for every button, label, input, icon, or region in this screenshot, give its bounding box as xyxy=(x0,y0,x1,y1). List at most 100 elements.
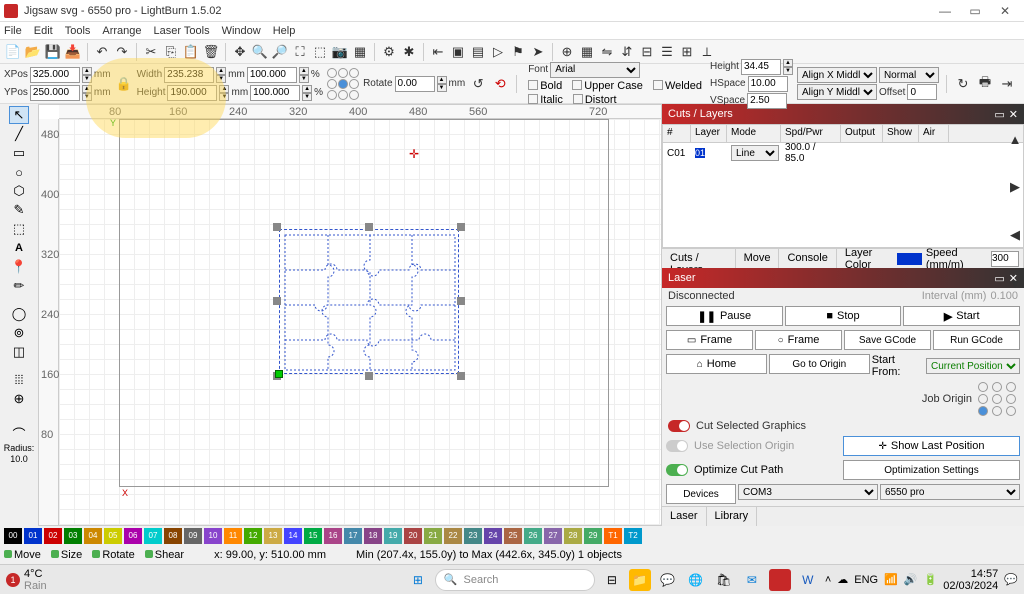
col-spd[interactable]: Spd/Pwr xyxy=(781,125,841,142)
offset-tool[interactable]: ⊚ xyxy=(9,324,29,342)
width-spinner[interactable]: ▲▼ xyxy=(216,67,226,83)
edit-nodes-tool[interactable]: ⬚ xyxy=(9,220,29,238)
vspace-input[interactable] xyxy=(747,93,787,109)
distort-checkbox[interactable] xyxy=(573,94,583,104)
start-button[interactable]: ▶Start xyxy=(903,306,1020,326)
zoom-out-icon[interactable]: 🔎 xyxy=(271,43,289,61)
exit-icon[interactable]: ⇥ xyxy=(998,75,1016,93)
welded-checkbox[interactable] xyxy=(653,80,663,90)
color-swatch-14[interactable]: 14 xyxy=(284,528,302,544)
system-tray[interactable]: ˄ ☁ ENG 📶 🔊 🔋 14:5702/03/2024 💬 xyxy=(825,568,1018,592)
device-select[interactable]: 6550 pro xyxy=(880,484,1020,500)
bold-checkbox[interactable] xyxy=(528,80,538,90)
ungroup-icon[interactable]: ▤ xyxy=(469,43,487,61)
color-swatch-18[interactable]: 18 xyxy=(364,528,382,544)
select-rect-icon[interactable]: ⬚ xyxy=(311,43,329,61)
layer-color-chip[interactable]: 01 xyxy=(695,148,705,158)
show-last-position-button[interactable]: ✛ Show Last Position xyxy=(843,436,1020,456)
col-show[interactable]: Show xyxy=(883,125,919,142)
use-selection-toggle[interactable] xyxy=(666,440,688,452)
align-icon[interactable]: ☰ xyxy=(658,43,676,61)
color-swatch-13[interactable]: 13 xyxy=(264,528,282,544)
anchor-selector[interactable] xyxy=(327,68,359,100)
taskbar-search[interactable]: 🔍Search xyxy=(435,569,595,591)
language-indicator[interactable]: ENG xyxy=(854,574,878,586)
resize-handle-w[interactable] xyxy=(273,297,281,305)
frame-rect-button[interactable]: ▭ Frame xyxy=(666,330,753,350)
minimize-button[interactable]: — xyxy=(930,4,960,18)
menu-arrange[interactable]: Arrange xyxy=(102,25,141,37)
rotate-90-icon[interactable]: ⟲ xyxy=(491,75,509,93)
notifications-icon[interactable]: 💬 xyxy=(1004,573,1018,586)
flag-icon[interactable]: ⚑ xyxy=(509,43,527,61)
upper-checkbox[interactable] xyxy=(572,80,582,90)
menu-edit[interactable]: Edit xyxy=(34,25,53,37)
job-origin-selector[interactable] xyxy=(978,382,1018,416)
canvas[interactable]: 80160 240320 400480 560720 480400 320240… xyxy=(38,104,662,526)
col-layer[interactable]: Layer xyxy=(691,125,727,142)
color-swatch-12[interactable]: 12 xyxy=(244,528,262,544)
weld-tool[interactable]: ⊕ xyxy=(9,390,29,408)
task-view-icon[interactable]: ⊟ xyxy=(601,569,623,591)
layer-color-swatch[interactable] xyxy=(897,253,922,265)
frame-circle-button[interactable]: ○ Frame xyxy=(755,330,842,350)
settings-icon[interactable]: ✱ xyxy=(400,43,418,61)
selected-object[interactable] xyxy=(279,229,459,374)
wifi-icon[interactable]: 📶 xyxy=(884,573,898,586)
text-tool[interactable]: A xyxy=(9,239,29,257)
circle-tool[interactable]: ◯ xyxy=(9,305,29,323)
battery-icon[interactable]: 🔋 xyxy=(924,573,938,586)
cut-selected-toggle[interactable] xyxy=(668,420,690,432)
lock-icon[interactable]: 🔒 xyxy=(115,75,133,93)
array-icon[interactable]: ▦ xyxy=(578,43,596,61)
layer-mode-select[interactable]: Line xyxy=(731,145,779,161)
offset-input[interactable] xyxy=(907,84,937,100)
col-output[interactable]: Output xyxy=(841,125,883,142)
color-swatch-03[interactable]: 03 xyxy=(64,528,82,544)
color-swatch-25[interactable]: 25 xyxy=(504,528,522,544)
color-swatch-08[interactable]: 08 xyxy=(164,528,182,544)
layer-left-icon[interactable]: ◀ xyxy=(1006,226,1024,244)
optimize-cut-toggle[interactable] xyxy=(666,464,688,476)
radius-tool[interactable]: ⌒ xyxy=(9,424,29,442)
zoom-in-icon[interactable]: 🔍 xyxy=(251,43,269,61)
italic-checkbox[interactable] xyxy=(528,94,538,104)
color-swatch-27[interactable]: 27 xyxy=(544,528,562,544)
redo-icon[interactable]: ↷ xyxy=(113,43,131,61)
outlook-icon[interactable]: ✉ xyxy=(741,569,763,591)
color-swatch-26[interactable]: 26 xyxy=(524,528,542,544)
color-swatch-23[interactable]: 23 xyxy=(464,528,482,544)
color-swatch-01[interactable]: 01 xyxy=(24,528,42,544)
layer-down-icon[interactable]: ▼ xyxy=(1006,274,1024,292)
printer-icon[interactable]: 🖶 xyxy=(976,75,994,93)
width-pct-input[interactable] xyxy=(247,67,297,83)
resize-handle-s[interactable] xyxy=(365,372,373,380)
resize-handle-e[interactable] xyxy=(457,297,465,305)
home-button[interactable]: ⌂ Home xyxy=(666,354,767,374)
stop-button[interactable]: ■Stop xyxy=(785,306,902,326)
draw-tool[interactable]: ✏ xyxy=(9,277,29,295)
mirror-h-icon[interactable]: ⇋ xyxy=(598,43,616,61)
ellipse-tool[interactable]: ○ xyxy=(9,163,29,181)
copy-icon[interactable]: ⎘ xyxy=(162,43,180,61)
save-gcode-button[interactable]: Save GCode xyxy=(844,330,931,350)
alignx-select[interactable]: Align X Middle xyxy=(797,67,877,83)
color-swatch-T1[interactable]: T1 xyxy=(604,528,622,544)
polygon-tool[interactable]: ⬡ xyxy=(9,182,29,200)
optimization-settings-button[interactable]: Optimization Settings xyxy=(843,460,1020,480)
color-swatch-04[interactable]: 04 xyxy=(84,528,102,544)
color-swatch-10[interactable]: 10 xyxy=(204,528,222,544)
hspace-input[interactable] xyxy=(748,76,788,92)
color-swatch-07[interactable]: 07 xyxy=(144,528,162,544)
xpos-spinner[interactable]: ▲▼ xyxy=(82,67,92,83)
col-hash[interactable]: # xyxy=(663,125,691,142)
font-select[interactable]: Arial xyxy=(550,62,640,78)
goto-origin-button[interactable]: Go to Origin xyxy=(769,354,870,374)
tab-move[interactable]: Move xyxy=(736,249,780,268)
tray-chevron-icon[interactable]: ˄ xyxy=(825,574,831,586)
onedrive-icon[interactable]: ☁ xyxy=(837,573,848,586)
color-swatch-T2[interactable]: T2 xyxy=(624,528,642,544)
open-icon[interactable]: 📂 xyxy=(24,43,42,61)
gear-icon[interactable]: ⚙ xyxy=(380,43,398,61)
devices-button[interactable]: Devices xyxy=(666,484,736,504)
